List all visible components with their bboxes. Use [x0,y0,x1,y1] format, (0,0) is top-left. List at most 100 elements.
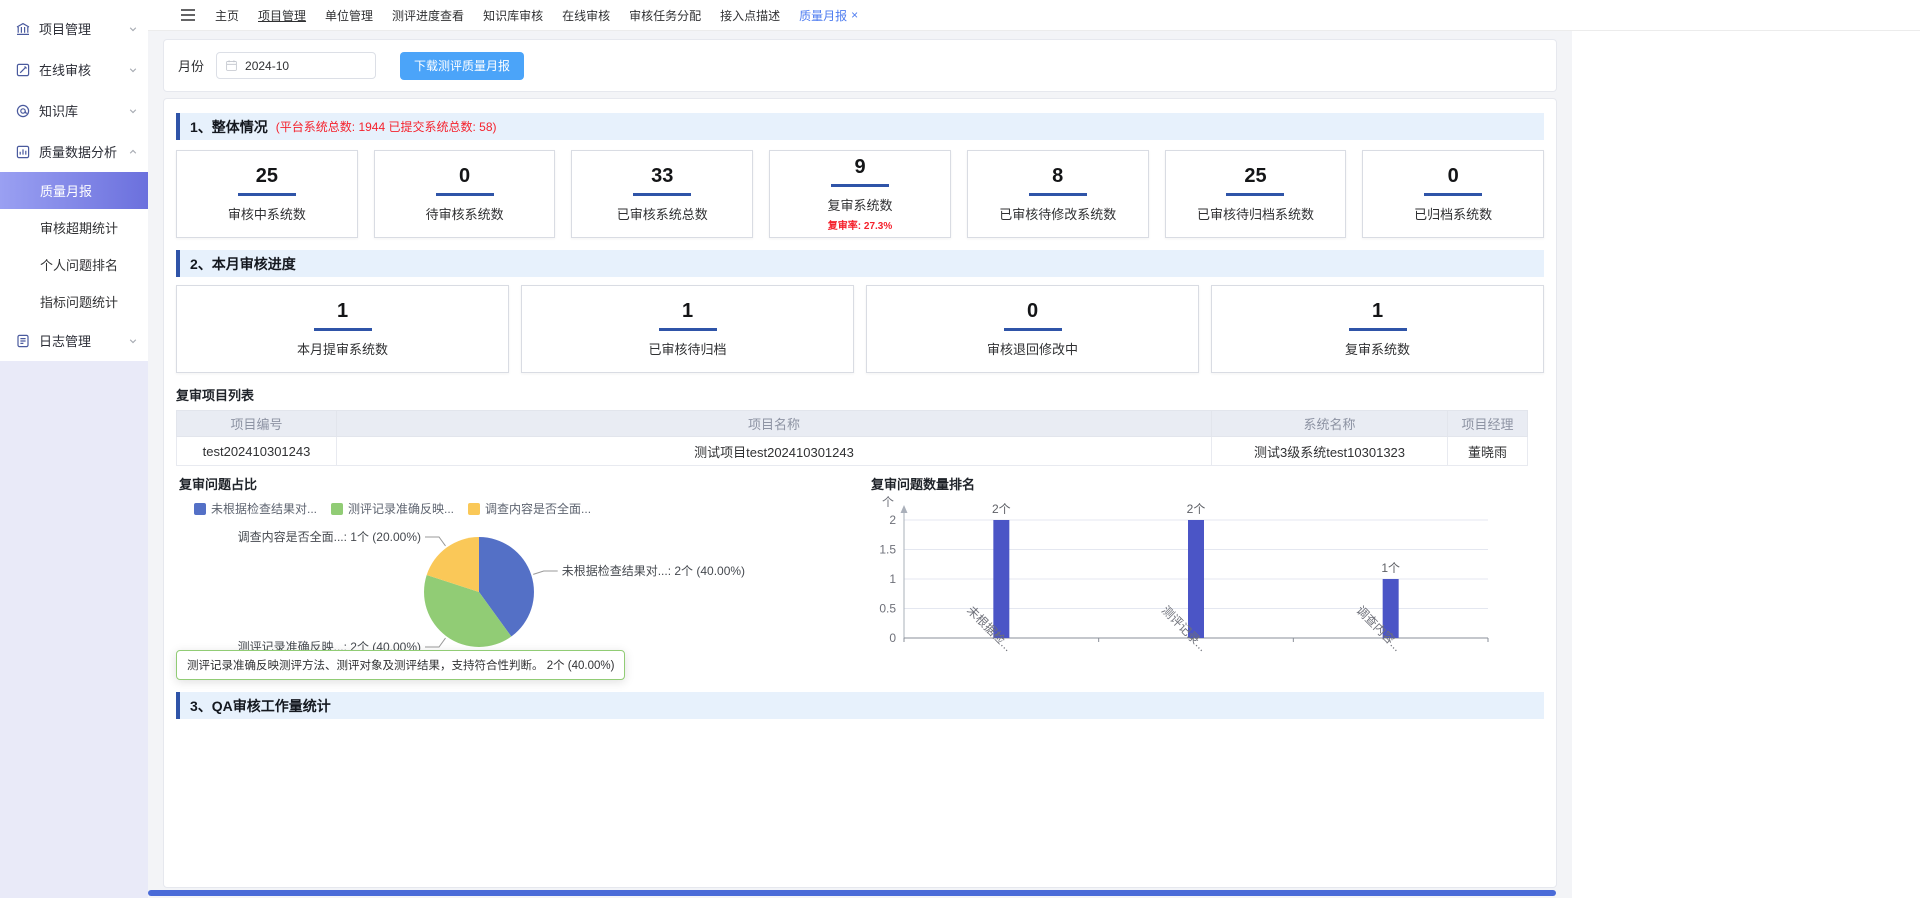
stat-label: 审核退回修改中 [987,339,1078,358]
sidebar-subitem[interactable]: 个人问题排名 [0,246,148,283]
sidebar-item-label: 质量数据分析 [39,142,128,161]
stat-card: 9复审系统数复审率: 27.3% [769,150,951,238]
topbar: 主页项目管理单位管理测评进度查看知识库审核在线审核审核任务分配接入点描述质量月报… [148,0,1920,31]
filter-bar: 月份 2024-10 下载测评质量月报 [163,39,1557,92]
pie-tooltip: 测评记录准确反映测评方法、测评对象及测评结果，支持符合性判断。 2个 (40.0… [176,650,625,680]
stat-underline [238,193,296,196]
bar-chart[interactable]: 00.511.52个2个未根据检...2个测评记录...1个调查内容... [868,490,1546,686]
sidebar-subitem[interactable]: 审核超期统计 [0,209,148,246]
topbar-tab[interactable]: 接入点描述 [715,7,785,24]
sidebar-item[interactable]: 日志管理 [0,320,148,361]
log-management-icon [14,332,31,349]
report-content: 1、整体情况 (平台系统总数: 1944 已提交系统总数: 58) 25审核中系… [163,98,1557,888]
stat-value: 0 [1027,300,1038,323]
svg-text:未根据检查结果对...: 2个 (40.00%): 未根据检查结果对...: 2个 (40.00%) [562,563,745,578]
tab-label: 主页 [215,7,239,24]
stat-underline [831,184,889,187]
review-table-body: test202410301243测试项目test202410301243测试3级… [177,437,1528,466]
stat-label: 已归档系统数 [1414,204,1492,223]
topbar-tab[interactable]: 质量月报× [794,7,863,24]
svg-text:0.5: 0.5 [879,602,896,616]
chevron-down-icon [128,65,138,75]
stat-card: 1已审核待归档 [521,285,854,373]
online-review-icon [14,61,31,78]
stat-value: 25 [1244,165,1266,188]
sidebar-item[interactable]: 知识库 [0,90,148,131]
svg-text:1: 1 [889,572,896,586]
stat-underline [1226,193,1284,196]
topbar-tab[interactable]: 审核任务分配 [624,7,706,24]
review-table-title: 复审项目列表 [176,385,1544,404]
stat-card: 0 审核退回修改中 [866,285,1199,373]
stat-value: 8 [1052,165,1063,188]
pie-chart-title: 复审问题占比 [176,474,868,493]
table-header-cell: 项目名称 [337,411,1212,437]
section-month-progress-title: 2、本月审核进度 [190,254,296,274]
table-cell: 董晓雨 [1448,437,1528,466]
quality-analysis-icon [14,143,31,160]
stat-label: 本月提审系统数 [297,339,388,358]
sidebar-subitem[interactable]: 指标问题统计 [0,283,148,320]
section-qa-workload: 3、QA审核工作量统计 [176,692,1544,719]
section-overall-title: 1、整体情况 [190,117,268,137]
sidebar-subitem[interactable]: 质量月报 [0,172,148,209]
table-header-cell: 系统名称 [1212,411,1448,437]
chevron-up-icon [128,147,138,157]
stat-value: 0 [459,165,470,188]
legend-swatch [468,503,480,515]
stat-underline [314,328,372,331]
table-header-cell: 项目编号 [177,411,337,437]
workspace: 月份 2024-10 下载测评质量月报 1、整体情况 (平台系统总数: 1944… [148,31,1572,898]
table-header-row: 项目编号项目名称系统名称项目经理 [177,411,1528,437]
section-month-progress: 2、本月审核进度 [176,250,1544,277]
month-picker-input[interactable]: 2024-10 [216,52,376,79]
stat-card: 25 已审核待归档系统数 [1165,150,1347,238]
sidebar-item-label: 项目管理 [39,19,128,38]
stat-underline [633,193,691,196]
sidebar-menu: 项目管理在线审核知识库质量数据分析质量月报审核超期统计个人问题排名指标问题统计日… [0,0,148,361]
topbar-tab[interactable]: 在线审核 [557,7,615,24]
topbar-tab[interactable]: 单位管理 [320,7,378,24]
stat-underline [1004,328,1062,331]
section-overall-note: (平台系统总数: 1944 已提交系统总数: 58) [276,118,497,135]
topbar-tab[interactable]: 知识库审核 [478,7,548,24]
close-icon[interactable]: × [851,9,858,21]
stat-card: 8 已审核待修改系统数 [967,150,1149,238]
svg-text:2: 2 [889,513,896,527]
tab-label: 知识库审核 [483,7,543,24]
topbar-tab[interactable]: 项目管理 [253,7,311,24]
menu-collapse-icon[interactable] [180,8,196,22]
svg-text:2个: 2个 [992,502,1011,516]
stat-label: 已审核待修改系统数 [999,204,1116,223]
tab-label: 单位管理 [325,7,373,24]
stat-card: 1本月提审系统数 [176,285,509,373]
sidebar-item[interactable]: 在线审核 [0,49,148,90]
stat-label: 已审核待归档系统数 [1197,204,1314,223]
download-report-button[interactable]: 下载测评质量月报 [400,52,524,80]
month-picker-value: 2024-10 [245,59,289,73]
topbar-tab[interactable]: 主页 [210,7,244,24]
stat-card: 33已审核系统总数 [571,150,753,238]
horizontal-scrollbar[interactable] [148,890,1556,896]
topbar-tab[interactable]: 测评进度查看 [387,7,469,24]
stat-value: 1 [682,300,693,323]
chevron-down-icon [128,106,138,116]
calendar-icon [225,59,238,72]
section-qa-workload-title: 3、QA审核工作量统计 [190,696,331,716]
stat-underline [436,193,494,196]
svg-text:0: 0 [889,631,896,645]
stat-label: 待审核系统数 [426,204,504,223]
stat-value: 1 [1372,300,1383,323]
stat-label: 复审系统数 [828,195,893,214]
stat-label: 复审系统数 [1345,339,1410,358]
sidebar-item[interactable]: 项目管理 [0,8,148,49]
table-cell: 测试3级系统test10301323 [1212,437,1448,466]
review-table-head: 项目编号项目名称系统名称项目经理 [177,411,1528,437]
svg-text:1.5: 1.5 [879,543,896,557]
stat-value: 0 [1448,165,1459,188]
sidebar-item[interactable]: 质量数据分析 [0,131,148,172]
stat-value: 25 [256,165,278,188]
pie-chart[interactable]: 未根据检查结果对...: 2个 (40.00%)测评记录准确反映...: 2个 … [176,514,868,664]
pie-chart-panel: 复审问题占比 未根据检查结果对...测评记录准确反映...调查内容是否全面...… [176,474,868,686]
stat-card: 0 已归档系统数 [1362,150,1544,238]
